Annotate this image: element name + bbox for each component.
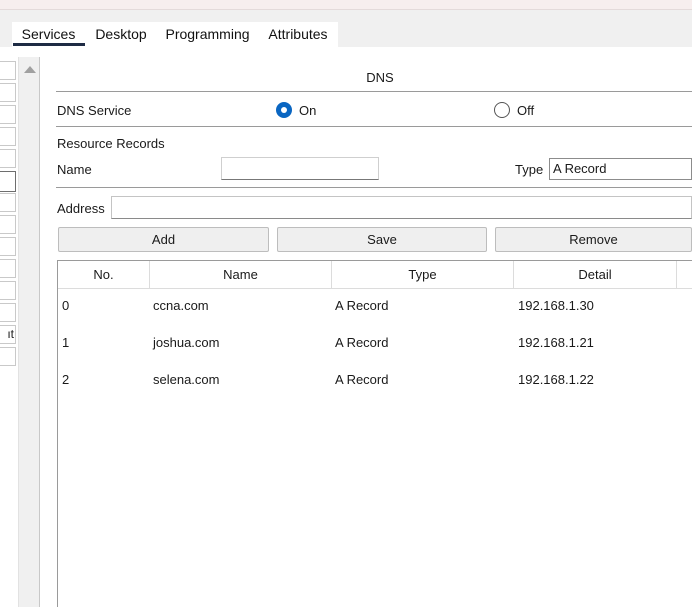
table-row[interactable]: 0 ccna.com A Record 192.168.1.30 (58, 287, 692, 324)
service-list-item[interactable] (0, 193, 16, 212)
tab-attributes[interactable]: Attributes (262, 22, 334, 47)
cell-type: A Record (335, 298, 389, 313)
address-input[interactable] (111, 196, 692, 219)
service-list-item[interactable] (0, 149, 16, 168)
type-label: Type (515, 162, 544, 177)
scroll-up-arrow-icon[interactable] (24, 66, 36, 73)
name-label: Name (57, 162, 92, 177)
service-list-item[interactable] (0, 237, 16, 256)
tab-programming[interactable]: Programming (160, 22, 255, 47)
remove-button[interactable]: Remove (495, 227, 692, 252)
column-header-name[interactable]: Name (150, 261, 332, 288)
cell-type: A Record (335, 335, 389, 350)
column-header-detail[interactable]: Detail (514, 261, 677, 288)
selected-tab-indicator (13, 43, 85, 46)
cell-name: selena.com (153, 372, 220, 387)
service-list-item[interactable] (0, 105, 16, 124)
service-list-item[interactable] (0, 303, 16, 322)
vertical-scrollbar[interactable] (18, 57, 40, 607)
cell-type: A Record (335, 372, 389, 387)
divider (56, 187, 692, 188)
address-label: Address (57, 201, 105, 216)
service-list-item[interactable] (0, 215, 16, 234)
table-row[interactable]: 1 joshua.com A Record 192.168.1.21 (58, 324, 692, 361)
cell-name: ccna.com (153, 298, 209, 313)
dns-off-radio[interactable] (494, 102, 510, 118)
cell-no: 1 (62, 335, 70, 350)
dns-records-table: No. Name Type Detail 0 ccna.com A Record… (57, 260, 692, 607)
tab-bar: Services Desktop Programming Attributes (0, 10, 692, 47)
column-header-type[interactable]: Type (332, 261, 514, 288)
table-row[interactable]: 2 selena.com A Record 192.168.1.22 (58, 361, 692, 398)
tab-desktop[interactable]: Desktop (88, 22, 154, 47)
column-header-no[interactable]: No. (58, 261, 150, 288)
window-top-bar (0, 0, 692, 10)
dns-on-radio[interactable] (276, 102, 292, 118)
dns-off-label[interactable]: Off (517, 103, 534, 118)
name-input[interactable] (221, 157, 379, 180)
add-button[interactable]: Add (58, 227, 269, 252)
cell-no: 2 (62, 372, 70, 387)
cell-name: joshua.com (153, 335, 220, 350)
table-header: No. Name Type Detail (58, 261, 692, 289)
service-list-item[interactable] (0, 347, 16, 366)
service-list-item-dns[interactable] (0, 171, 16, 192)
dns-panel: DNS DNS Service On Off Resource Records … (40, 47, 692, 607)
services-list: ıt (0, 57, 16, 607)
resource-records-label: Resource Records (57, 136, 165, 151)
cell-no: 0 (62, 298, 70, 313)
dns-service-label: DNS Service (57, 103, 132, 118)
type-select[interactable]: A Record (549, 158, 692, 180)
divider (56, 126, 692, 127)
divider (56, 91, 692, 92)
service-list-item[interactable] (0, 83, 16, 102)
cell-detail: 192.168.1.30 (518, 298, 594, 313)
service-list-item[interactable] (0, 281, 16, 300)
save-button[interactable]: Save (277, 227, 487, 252)
cell-detail: 192.168.1.22 (518, 372, 594, 387)
dns-on-label[interactable]: On (299, 103, 316, 118)
service-list-item-partial[interactable]: ıt (0, 325, 16, 344)
service-list-item[interactable] (0, 61, 16, 80)
service-list-item[interactable] (0, 127, 16, 146)
cell-detail: 192.168.1.21 (518, 335, 594, 350)
service-list-item[interactable] (0, 259, 16, 278)
